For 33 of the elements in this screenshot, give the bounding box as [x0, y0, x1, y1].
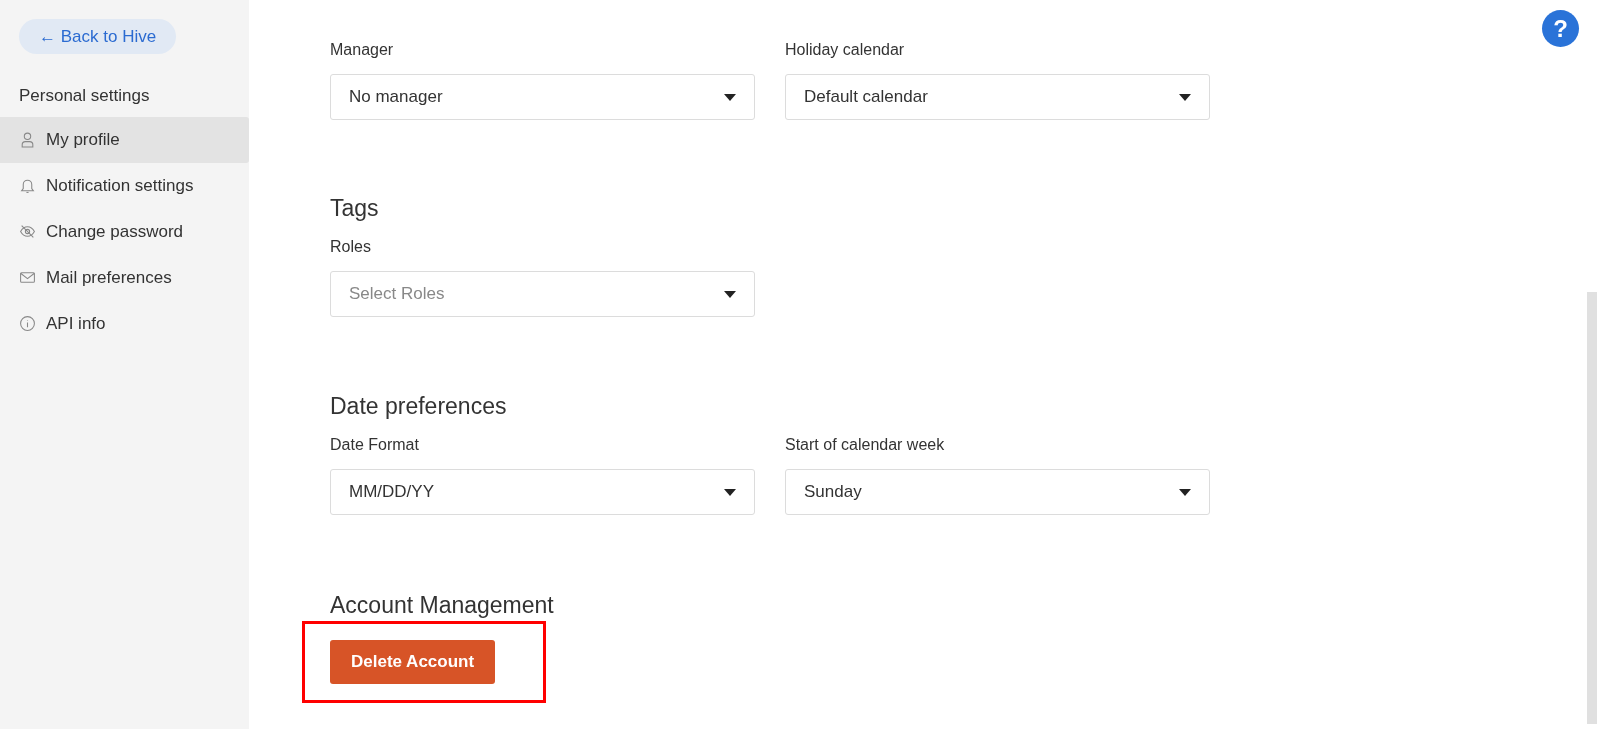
sidebar-item[interactable]: My profile [0, 116, 249, 163]
sidebar-item[interactable]: API info [0, 300, 249, 347]
dropdown-field[interactable]: MM/DD/YY [330, 469, 755, 515]
field-label: Start of calendar week [785, 435, 946, 455]
section-heading: Account Management [330, 591, 555, 619]
sidebar-item[interactable]: Mail preferences [0, 254, 249, 301]
delete-account-button[interactable]: Delete Account [330, 640, 496, 684]
sidebar-item[interactable]: Notification settings [0, 162, 249, 209]
field-label: Holiday calendar [785, 40, 906, 60]
field-label: Manager [330, 40, 395, 60]
help-button[interactable]: ? [1542, 10, 1579, 47]
bell-icon [19, 177, 36, 194]
field-label: Roles [330, 237, 372, 257]
caret-down-icon [1179, 488, 1191, 496]
back-button[interactable]: ← Back to Hive [19, 19, 177, 54]
scrollbar-thumb[interactable] [1587, 292, 1597, 724]
field-label: Date Format [330, 435, 420, 455]
dropdown-field[interactable]: Default calendar [785, 74, 1210, 120]
person-icon [19, 131, 36, 148]
eye-slash-icon [19, 223, 36, 240]
envelope-icon [19, 269, 36, 286]
dropdown-field[interactable]: Sunday [785, 469, 1210, 515]
info-icon [19, 315, 36, 332]
caret-down-icon [1179, 93, 1191, 101]
dropdown-field[interactable]: No manager [330, 74, 755, 120]
section-heading: Date preferences [330, 392, 508, 420]
sidebar-item[interactable]: Change password [0, 208, 249, 255]
dropdown-field[interactable]: Select Roles [330, 271, 755, 317]
caret-down-icon [724, 488, 736, 496]
caret-down-icon [724, 93, 736, 101]
caret-down-icon [724, 290, 736, 298]
section-heading: Tags [330, 194, 380, 222]
section-title: Personal settings [19, 85, 151, 107]
